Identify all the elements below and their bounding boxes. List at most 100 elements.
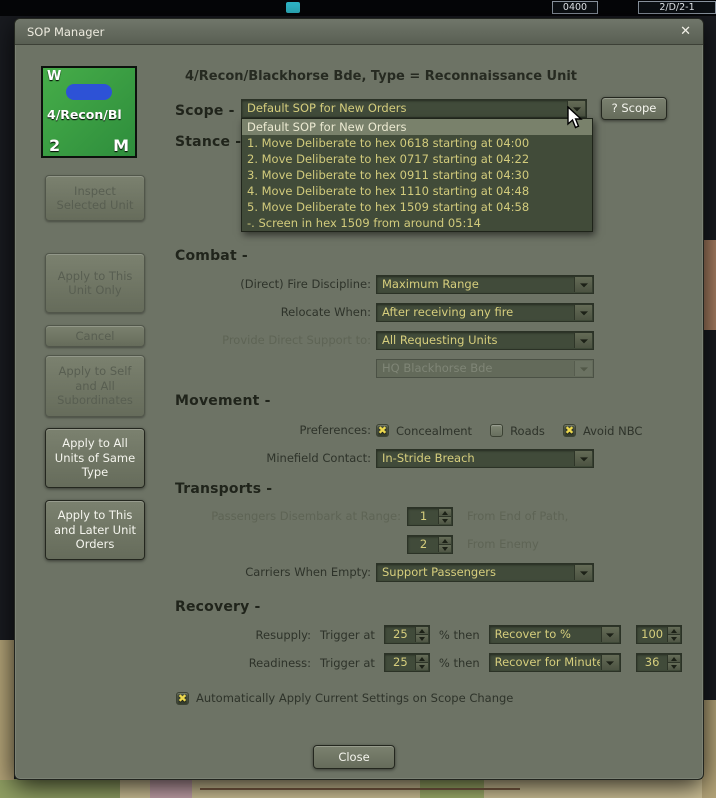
stepper-down-icon[interactable] xyxy=(414,662,428,670)
close-button[interactable]: Close xyxy=(313,745,395,769)
movement-section-label: Movement - xyxy=(175,393,271,409)
percent-then-label: % then xyxy=(438,655,480,670)
carriers-when-empty-label: Carriers When Empty: xyxy=(245,565,371,579)
disembark-range-stepper[interactable]: 1 xyxy=(407,507,453,526)
map-strip-bottom xyxy=(0,779,716,798)
stepper-value: 36 xyxy=(644,655,660,669)
resupply-amount-stepper[interactable]: 100 xyxy=(635,625,682,644)
stepper-value: 2 xyxy=(419,537,428,551)
dialog-title: SOP Manager xyxy=(27,24,105,39)
stepper-arrows xyxy=(666,655,680,670)
readiness-label: Readiness: xyxy=(248,655,311,670)
percent-then-label: % then xyxy=(438,627,480,642)
stepper-up-icon[interactable] xyxy=(438,509,451,516)
map-strip-right xyxy=(702,700,716,798)
scope-selected-value: Default SOP for New Orders xyxy=(247,101,407,115)
close-icon[interactable]: ✕ xyxy=(680,24,691,39)
stepper-down-icon[interactable] xyxy=(414,634,428,642)
chevron-down-icon xyxy=(574,333,592,348)
readiness-action-value: Recover for Minutes xyxy=(494,655,600,669)
map-blob xyxy=(150,779,192,798)
minefield-contact-value: In-Stride Breach xyxy=(382,451,475,465)
stepper-down-icon[interactable] xyxy=(666,634,680,642)
fire-discipline-label: (Direct) Fire Discipline: xyxy=(240,277,371,291)
trigger-at-label: Trigger at xyxy=(320,627,375,642)
scope-help-button[interactable]: ? Scope xyxy=(601,97,667,120)
dropdown-option[interactable]: -. Screen in hex 1509 from around 05:14 xyxy=(242,215,592,231)
hq-value: HQ Blackhorse Bde xyxy=(382,361,493,375)
fire-discipline-select[interactable]: Maximum Range xyxy=(376,275,594,294)
direct-support-label: Provide Direct Support to: xyxy=(222,333,371,347)
auto-apply-label: Automatically Apply Current Settings on … xyxy=(196,691,514,705)
scope-section-label: Scope - xyxy=(175,103,235,119)
top-status-bar: 0400 2/D/2-1 xyxy=(0,0,716,16)
resupply-trigger-stepper[interactable]: 25 xyxy=(383,625,430,644)
chevron-down-icon xyxy=(600,627,619,642)
readiness-amount-stepper[interactable]: 36 xyxy=(635,653,682,672)
resupply-action-select[interactable]: Recover to % xyxy=(488,625,621,644)
dropdown-option[interactable]: 3. Move Deliberate to hex 0911 starting … xyxy=(242,167,592,183)
resupply-row: Resupply: Trigger at 25 % then Recover t… xyxy=(191,625,682,644)
stepper-down-icon[interactable] xyxy=(438,544,451,552)
dropdown-option[interactable]: Default SOP for New Orders xyxy=(242,119,592,135)
stepper-value: 25 xyxy=(393,627,408,641)
minefield-contact-label: Minefield Contact: xyxy=(266,451,371,465)
map-road-line xyxy=(200,788,520,790)
unit-ref-readout: 2/D/2-1 xyxy=(638,1,716,14)
auto-apply-checkbox[interactable] xyxy=(176,691,189,706)
concealment-option: Concealment xyxy=(376,424,472,438)
chevron-down-icon xyxy=(574,565,592,580)
resupply-label: Resupply: xyxy=(255,627,311,642)
combat-section-label: Combat - xyxy=(175,248,248,264)
enemy-range-stepper[interactable]: 2 xyxy=(407,535,453,554)
dropdown-option[interactable]: 5. Move Deliberate to hex 1509 starting … xyxy=(242,199,592,215)
dropdown-option[interactable]: 4. Move Deliberate to hex 1110 starting … xyxy=(242,183,592,199)
movement-preferences-row: Concealment Roads Avoid NBC xyxy=(376,421,660,440)
stepper-up-icon[interactable] xyxy=(414,655,428,662)
trigger-at-label: Trigger at xyxy=(320,655,375,670)
relocate-when-select[interactable]: After receiving any fire xyxy=(376,303,594,322)
stepper-arrows xyxy=(438,509,451,524)
stepper-down-icon[interactable] xyxy=(666,662,680,670)
unit-counter: W 4/Recon/Bl 2 M xyxy=(41,66,137,158)
concealment-checkbox[interactable] xyxy=(376,424,389,438)
direct-support-select[interactable]: All Requesting Units xyxy=(376,331,594,350)
minefield-contact-select[interactable]: In-Stride Breach xyxy=(376,449,594,468)
inspect-selected-unit-button: Inspect Selected Unit xyxy=(45,175,145,221)
direct-support-value: All Requesting Units xyxy=(382,333,498,347)
stepper-up-icon[interactable] xyxy=(414,627,428,634)
stepper-up-icon[interactable] xyxy=(666,627,680,634)
stepper-down-icon[interactable] xyxy=(438,516,451,524)
roads-checkbox[interactable] xyxy=(490,424,504,437)
stepper-arrows xyxy=(438,537,451,552)
relocate-when-value: After receiving any fire xyxy=(382,305,514,319)
stepper-up-icon[interactable] xyxy=(666,655,680,662)
chevron-down-icon xyxy=(574,277,592,292)
scope-select[interactable]: Default SOP for New Orders xyxy=(241,99,587,118)
recon-vehicle-icon xyxy=(66,84,112,100)
stepper-value: 1 xyxy=(419,509,428,523)
scope-dropdown-list: Default SOP for New Orders 1. Move Delib… xyxy=(241,118,593,232)
dialog-titlebar[interactable]: SOP Manager ✕ xyxy=(15,19,703,45)
recovery-section-label: Recovery - xyxy=(175,599,261,615)
relocate-when-label: Relocate When: xyxy=(280,305,371,319)
readiness-row: Readiness: Trigger at 25 % then Recover … xyxy=(191,653,682,672)
roads-option: Roads xyxy=(490,424,545,438)
preferences-label: Preferences: xyxy=(299,423,371,437)
hq-select: HQ Blackhorse Bde xyxy=(376,359,594,378)
checkbox-label: Concealment xyxy=(396,423,473,438)
avoid-nbc-option: Avoid NBC xyxy=(562,424,642,438)
chevron-down-icon xyxy=(574,361,592,376)
counter-corner-letter: W xyxy=(47,69,62,84)
stepper-arrows xyxy=(666,627,680,642)
stance-section-label: Stance - xyxy=(175,134,242,150)
readiness-trigger-stepper[interactable]: 25 xyxy=(383,653,430,672)
readiness-action-select[interactable]: Recover for Minutes xyxy=(488,653,621,672)
stepper-up-icon[interactable] xyxy=(438,537,451,544)
dropdown-option[interactable]: 2. Move Deliberate to hex 0717 starting … xyxy=(242,151,592,167)
dropdown-option[interactable]: 1. Move Deliberate to hex 0618 starting … xyxy=(242,135,592,151)
auto-apply-row: Automatically Apply Current Settings on … xyxy=(176,691,514,706)
unit-header: 4/Recon/Blackhorse Bde, Type = Reconnais… xyxy=(185,69,578,84)
carriers-when-empty-select[interactable]: Support Passengers xyxy=(376,563,594,582)
avoid-nbc-checkbox[interactable] xyxy=(562,424,576,438)
